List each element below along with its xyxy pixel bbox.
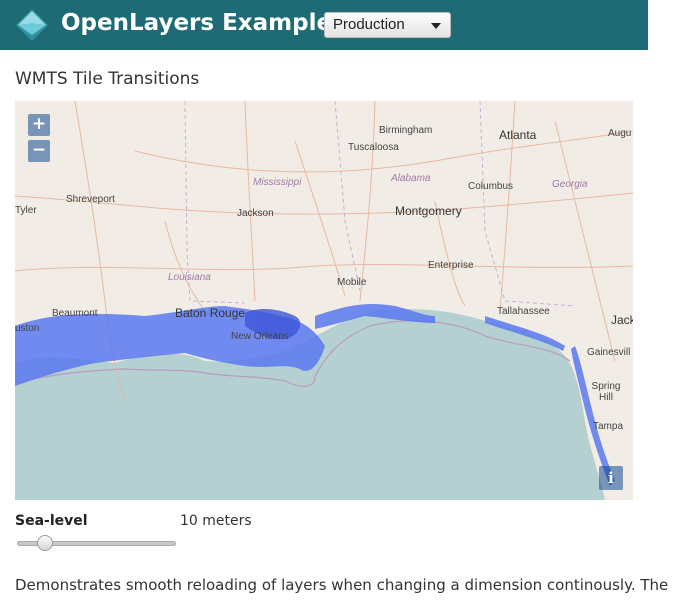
sea-level-label: Sea-level [15, 513, 88, 529]
version-select[interactable]: Production [324, 12, 451, 38]
openlayers-logo-icon[interactable] [14, 7, 50, 43]
map-label-enterprise: Enterprise [428, 260, 474, 271]
map-label-jackson: Jackson [237, 208, 274, 219]
map-label-jacksonville: Jack [611, 313, 633, 327]
map-label-gainesville: Gainesvill [587, 347, 631, 358]
map-label-columbus: Columbus [468, 181, 514, 192]
sea-level-value: 10 meters [180, 513, 252, 529]
zoom-in-button[interactable]: + [28, 114, 50, 136]
attribution-button[interactable]: i [599, 466, 623, 490]
map-viewport[interactable]: Birmingham Atlanta Augu Tuscaloosa Missi… [15, 101, 633, 500]
zoom-out-button[interactable]: − [28, 140, 50, 162]
map-canvas [15, 101, 633, 500]
map-label-spring-hill: Spring Hill [591, 381, 621, 403]
map-label-louisiana: Louisiana [168, 272, 211, 283]
map-label-tuscaloosa: Tuscaloosa [348, 142, 399, 153]
map-label-beaumont: Beaumont [52, 308, 98, 319]
chevron-down-icon [431, 23, 441, 29]
map-label-birmingham: Birmingham [379, 125, 433, 136]
map-label-tallahassee: Tallahassee [497, 306, 550, 317]
map-label-augusta: Augu [608, 128, 632, 139]
brand-title[interactable]: OpenLayers Examples [61, 10, 346, 36]
map-label-mississippi: Mississippi [253, 177, 302, 188]
example-description: Demonstrates smooth reloading of layers … [15, 576, 669, 594]
map-label-georgia: Georgia [552, 179, 588, 190]
map-label-baton-rouge: Baton Rouge [175, 306, 246, 320]
page-title: WMTS Tile Transitions [15, 69, 200, 89]
map-label-mobile: Mobile [337, 277, 367, 288]
map-label-tampa: Tampa [593, 421, 624, 432]
version-select-value: Production [333, 16, 405, 33]
map-label-montgomery: Montgomery [395, 204, 462, 218]
map-label-new-orleans: New Orleans [231, 331, 289, 342]
map-label-houston: uston [15, 323, 40, 334]
navbar: OpenLayers Examples Production [0, 0, 648, 50]
map-label-atlanta: Atlanta [499, 128, 537, 142]
sea-level-slider-thumb[interactable] [37, 535, 54, 551]
map-label-alabama: Alabama [391, 173, 431, 184]
map-label-shreveport: Shreveport [66, 194, 115, 205]
map-label-tyler: Tyler [15, 205, 37, 216]
